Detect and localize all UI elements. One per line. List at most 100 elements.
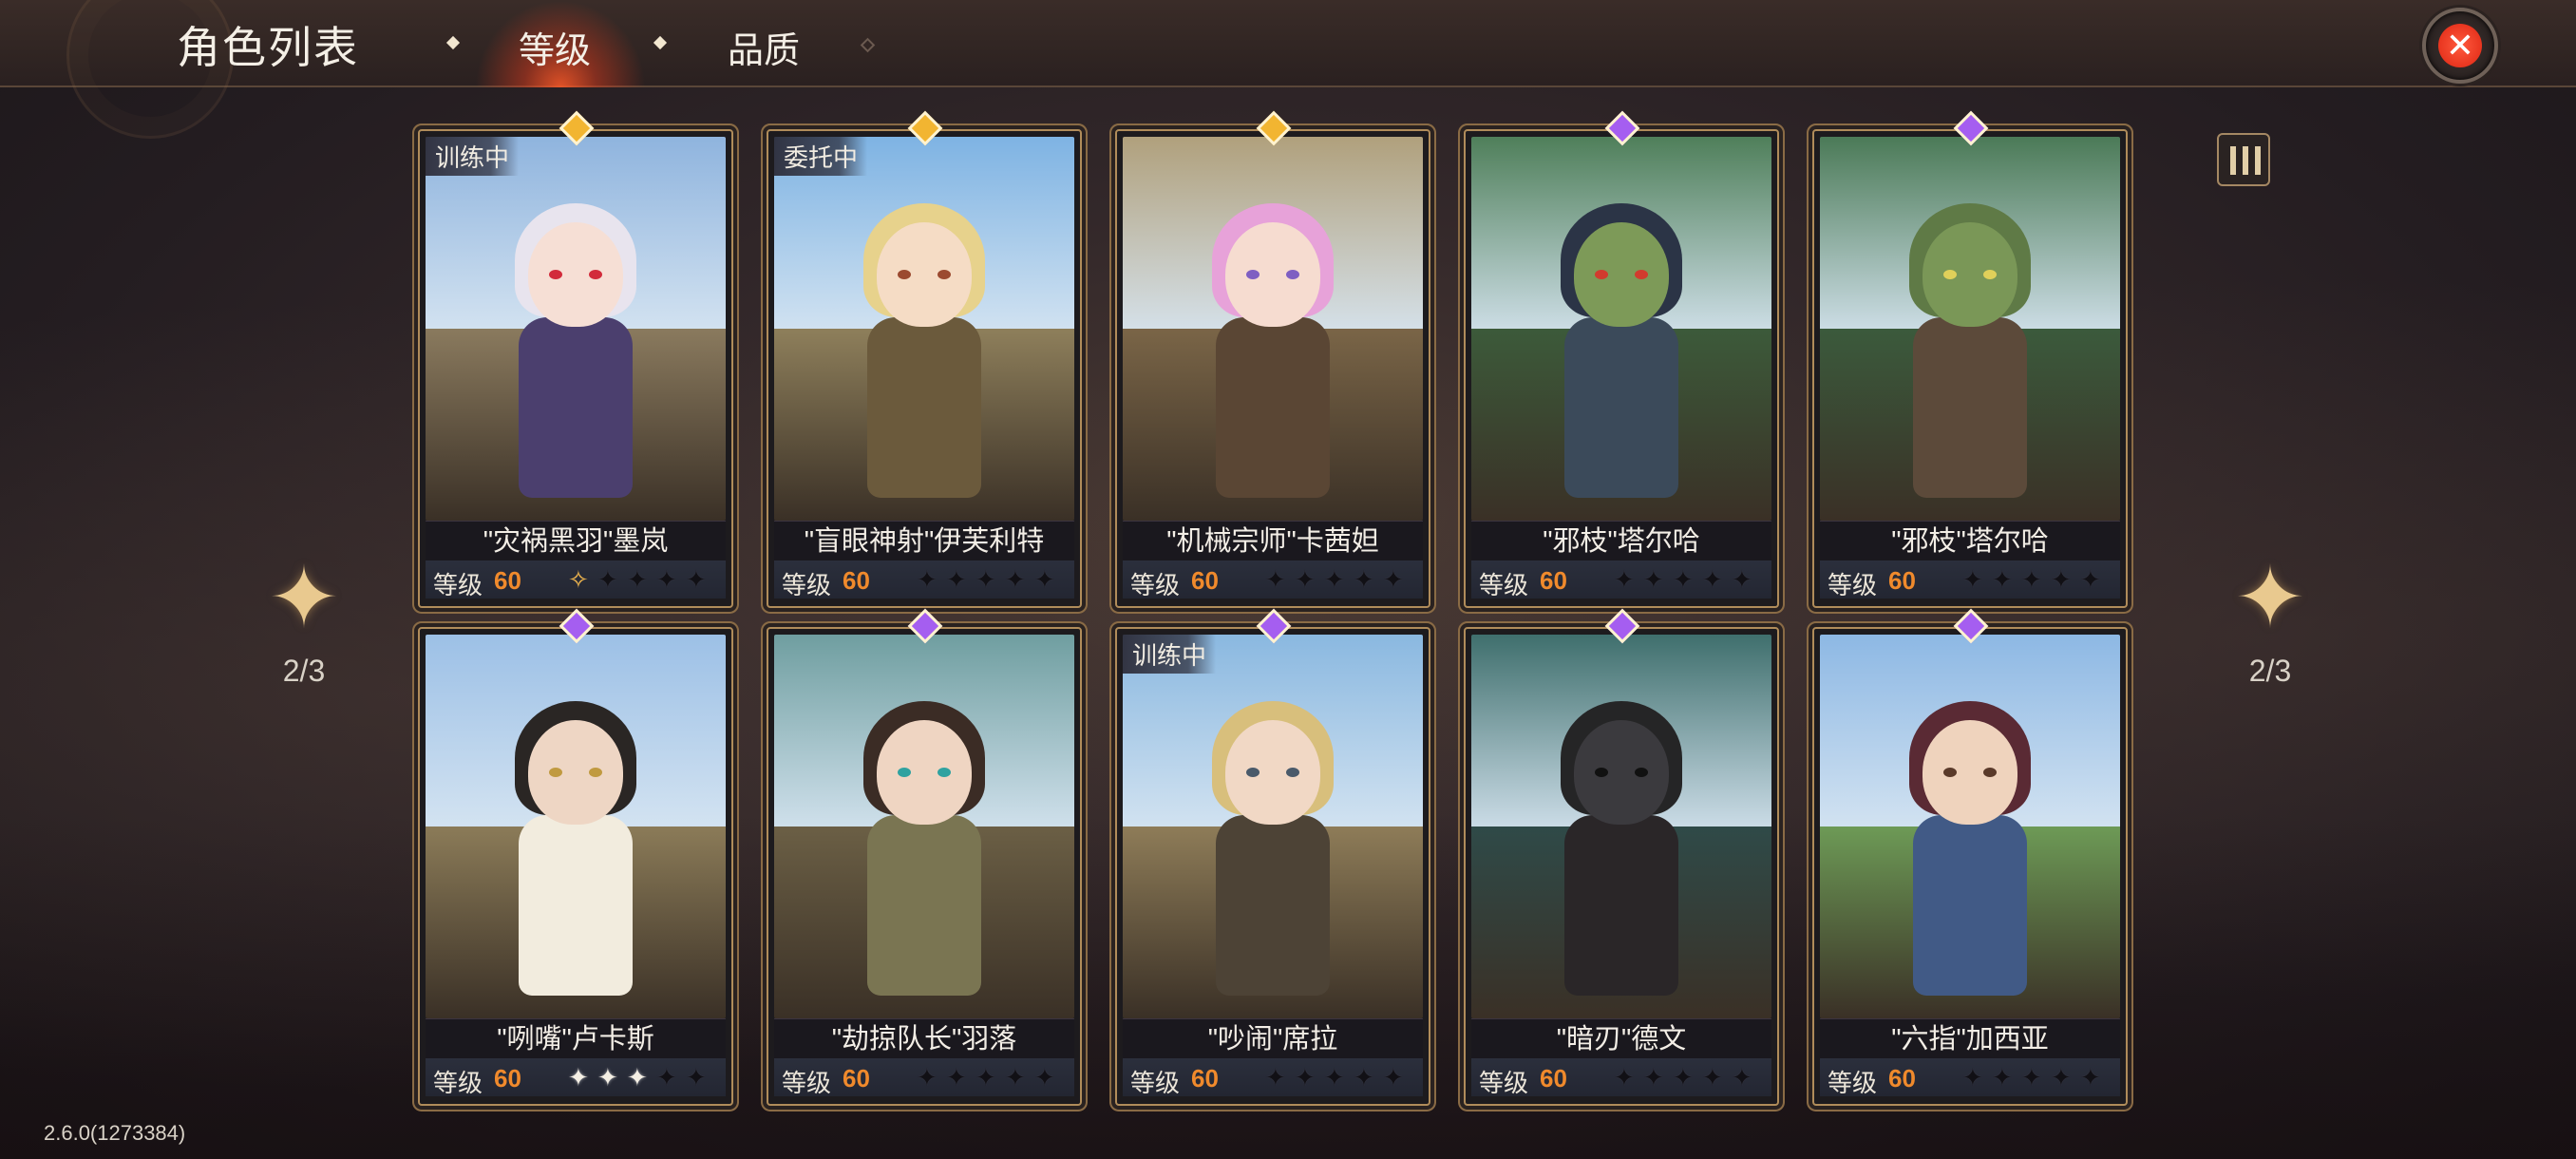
star-icon: ✦ (656, 1063, 677, 1092)
star-icon: ✦ (975, 565, 996, 594)
figure-head (877, 222, 972, 327)
star-icon: ✦ (2051, 1063, 2072, 1092)
page-title: 角色列表 (177, 23, 359, 72)
close-x-icon: ✕ (2438, 24, 2482, 67)
figure-eye (1635, 270, 1648, 279)
level-label: 等级 (433, 1069, 483, 1097)
star-icon: ✦ (1732, 565, 1752, 594)
list-view-icon-bar (2255, 146, 2261, 175)
level-label: 等级 (1828, 571, 1878, 599)
character-name: "咧嘴"卢卡斯 (426, 1018, 726, 1059)
star-icon: ✦ (2080, 565, 2101, 594)
figure-body (1564, 815, 1678, 996)
star-icon: ✧ (568, 565, 589, 594)
star-icon: ✦ (1324, 565, 1345, 594)
level-value: 60 (1191, 1064, 1219, 1092)
version-label: 2.6.0(1273384) (44, 1121, 186, 1145)
level-value: 60 (1888, 566, 1916, 595)
star-icon: ✦ (1383, 1063, 1404, 1092)
tab-separator-icon (653, 35, 668, 50)
star-icon: ✦ (1354, 565, 1374, 594)
level-value: 60 (494, 566, 521, 595)
character-card[interactable]: "灾祸黑羽"墨岚 等级 60 ✧ ✦ ✦ ✦ ✦ 训练中 (418, 110, 733, 608)
star-icon: ✦ (1034, 1063, 1055, 1092)
figure-eye (1943, 768, 1957, 777)
figure-head (1923, 222, 2017, 327)
character-card[interactable]: "劫掠队长"羽落 等级 60 ✦ ✦ ✦ ✦ ✦ (767, 608, 1082, 1106)
star-icon: ✦ (1962, 1063, 1983, 1092)
character-portrait (774, 635, 1074, 1018)
list-view-icon-bar (2243, 146, 2248, 175)
character-card[interactable]: "盲眼神射"伊芙利特 等级 60 ✦ ✦ ✦ ✦ ✦ 委托中 (767, 110, 1082, 608)
character-figure-icon (1545, 701, 1697, 1015)
page-indicator-right: 2/3 (2248, 654, 2292, 688)
level-value: 60 (1888, 1064, 1916, 1092)
character-card[interactable]: "邪枝"塔尔哈 等级 60 ✦ ✦ ✦ ✦ ✦ (1464, 110, 1779, 608)
star-icon: ✦ (917, 565, 938, 594)
level-bar: 等级 60 ✦ ✦ ✦ ✦ ✦ (1471, 560, 1771, 599)
figure-eye (1286, 768, 1299, 777)
character-figure-icon (500, 701, 652, 1015)
tab-level[interactable]: 等级 (519, 21, 591, 73)
character-portrait (1471, 137, 1771, 521)
character-card[interactable]: "六指"加西亚 等级 60 ✦ ✦ ✦ ✦ ✦ (1812, 608, 2128, 1106)
character-figure-icon (1894, 701, 2046, 1015)
star-icon: ✦ (1265, 1063, 1286, 1092)
star-rating: ✦ ✦ ✦ ✦ ✦ (1265, 564, 1417, 595)
character-card[interactable]: "吵闹"席拉 等级 60 ✦ ✦ ✦ ✦ ✦ 训练中 (1115, 608, 1430, 1106)
character-figure-icon (500, 203, 652, 517)
star-icon: ✦ (656, 565, 677, 594)
character-portrait (426, 137, 726, 521)
star-icon: ✦ (686, 1063, 707, 1092)
character-name: "邪枝"塔尔哈 (1820, 521, 2120, 561)
level-bar: 等级 60 ✦ ✦ ✦ ✦ ✦ (1123, 560, 1423, 599)
character-portrait (1471, 635, 1771, 1018)
character-name: "邪枝"塔尔哈 (1471, 521, 1771, 561)
prev-page-arrow-icon[interactable]: ✦ (256, 551, 351, 646)
star-icon: ✦ (1992, 1063, 2013, 1092)
figure-body (1913, 815, 2027, 996)
character-name: "机械宗师"卡茜妲 (1123, 521, 1423, 561)
figure-body (519, 317, 633, 498)
character-figure-icon (848, 701, 1000, 1015)
star-icon: ✦ (627, 565, 648, 594)
figure-eye (938, 270, 951, 279)
star-icon: ✦ (1005, 1063, 1026, 1092)
star-icon: ✦ (917, 1063, 938, 1092)
close-button[interactable]: ✕ (2422, 8, 2498, 84)
level-value: 60 (843, 1064, 870, 1092)
level-bar: 等级 60 ✦ ✦ ✦ ✦ ✦ (774, 560, 1074, 599)
level-label: 等级 (433, 571, 483, 599)
star-icon: ✦ (1702, 1063, 1723, 1092)
next-page-arrow-icon[interactable]: ✦ (2223, 551, 2318, 646)
status-tag: 委托中 (774, 137, 868, 176)
tab-quality[interactable]: 品质 (728, 21, 800, 73)
character-card[interactable]: "暗刃"德文 等级 60 ✦ ✦ ✦ ✦ ✦ (1464, 608, 1779, 1106)
level-bar: 等级 60 ✦ ✦ ✦ ✦ ✦ (1820, 560, 2120, 599)
figure-eye (589, 270, 602, 279)
star-icon: ✦ (1295, 1063, 1316, 1092)
character-portrait (1820, 137, 2120, 521)
character-card[interactable]: "咧嘴"卢卡斯 等级 60 ✦ ✦ ✦ ✦ ✦ (418, 608, 733, 1106)
character-card[interactable]: "邪枝"塔尔哈 等级 60 ✦ ✦ ✦ ✦ ✦ (1812, 110, 2128, 608)
figure-eye (938, 768, 951, 777)
list-view-button[interactable] (2217, 133, 2270, 186)
level-bar: 等级 60 ✦ ✦ ✦ ✦ ✦ (1123, 1058, 1423, 1097)
level-label: 等级 (1479, 1069, 1529, 1097)
figure-eye (1943, 270, 1957, 279)
star-icon: ✦ (975, 1063, 996, 1092)
level-value: 60 (843, 566, 870, 595)
figure-eye (1983, 270, 1997, 279)
figure-body (519, 815, 633, 996)
figure-eye (1595, 768, 1608, 777)
top-bar: 角色列表 等级 品质 ✕ (0, 0, 2576, 139)
star-icon: ✦ (1732, 1063, 1752, 1092)
character-card[interactable]: "机械宗师"卡茜妲 等级 60 ✦ ✦ ✦ ✦ ✦ (1115, 110, 1430, 608)
figure-head (528, 720, 623, 825)
figure-head (528, 222, 623, 327)
level-label: 等级 (782, 1069, 832, 1097)
star-rating: ✦ ✦ ✦ ✦ ✦ (917, 1062, 1069, 1092)
character-name: "劫掠队长"羽落 (774, 1018, 1074, 1059)
star-icon: ✦ (568, 1063, 589, 1092)
figure-eye (1246, 768, 1260, 777)
